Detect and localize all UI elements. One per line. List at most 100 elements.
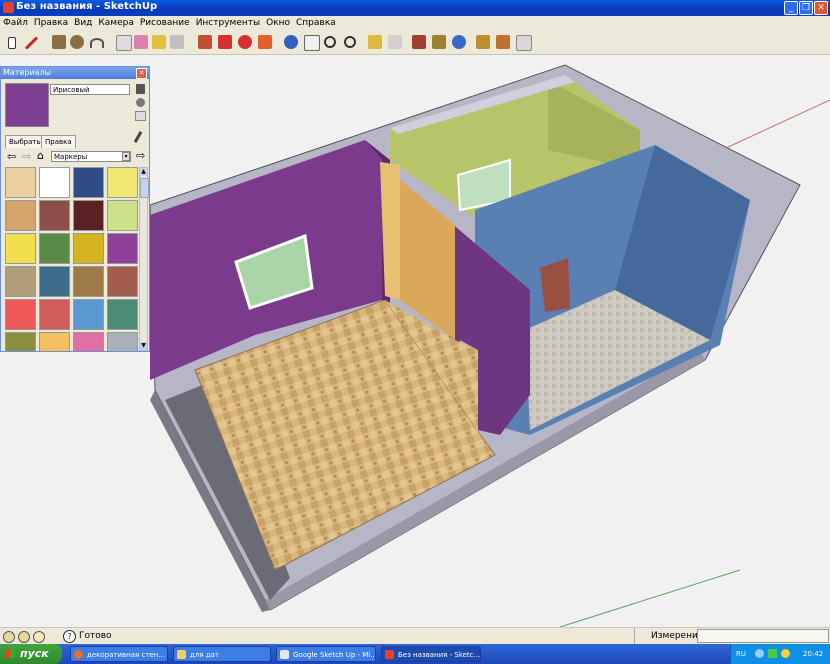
- components-icon[interactable]: [476, 35, 490, 49]
- scale-icon[interactable]: [258, 35, 272, 49]
- position-camera-icon[interactable]: [432, 35, 446, 49]
- menu-file[interactable]: Файл: [0, 16, 31, 30]
- material-swatch[interactable]: [107, 233, 138, 264]
- material-swatch[interactable]: [39, 233, 70, 264]
- network-icon[interactable]: [755, 649, 764, 658]
- taskbar-item-label: для дат: [190, 651, 219, 659]
- window-title: Без названия - SketchUp: [16, 1, 158, 12]
- menu-camera[interactable]: Камера: [95, 16, 136, 30]
- forward-arrow-icon[interactable]: ⇨: [22, 151, 31, 162]
- material-swatch[interactable]: [107, 266, 138, 297]
- orbit-icon[interactable]: [284, 35, 298, 49]
- material-swatch[interactable]: [39, 299, 70, 330]
- material-swatch[interactable]: [107, 167, 138, 198]
- circle-icon[interactable]: [70, 35, 84, 49]
- look-around-icon[interactable]: [452, 35, 466, 49]
- zoom-extents-icon[interactable]: [344, 36, 356, 48]
- system-tray: RU 20:42: [730, 644, 830, 664]
- material-swatch[interactable]: [73, 200, 104, 231]
- menu-window[interactable]: Окно: [263, 16, 293, 30]
- move-icon[interactable]: [198, 35, 212, 49]
- materials-scrollbar[interactable]: ▲ ▼: [139, 167, 149, 351]
- tab-select[interactable]: Выбрать: [5, 135, 45, 148]
- material-name-field[interactable]: Ирисовый: [50, 84, 130, 95]
- details-arrow-icon[interactable]: ⇨: [136, 150, 145, 161]
- section-icon[interactable]: [368, 35, 382, 49]
- eyedropper-icon[interactable]: [133, 131, 150, 147]
- select-icon[interactable]: [8, 37, 16, 49]
- material-swatch[interactable]: [5, 332, 36, 351]
- status-text: Готово: [79, 631, 112, 641]
- material-swatch[interactable]: [107, 200, 138, 231]
- maximize-button[interactable]: ❐: [799, 1, 813, 15]
- material-swatch[interactable]: [39, 332, 70, 351]
- material-preview-swatch: [5, 83, 49, 127]
- menu-tools[interactable]: Инструменты: [193, 16, 263, 30]
- windows-taskbar: пуск декоративная стен... для дат Google…: [0, 644, 830, 664]
- home-icon[interactable]: ⌂: [37, 150, 44, 161]
- material-swatch[interactable]: [107, 299, 138, 330]
- pencil-icon[interactable]: [24, 36, 39, 50]
- menu-help[interactable]: Справка: [293, 16, 339, 30]
- materials-icon[interactable]: [496, 35, 510, 49]
- create-material-icon[interactable]: [136, 84, 145, 94]
- taskbar-item-folder[interactable]: для дат: [173, 646, 271, 662]
- material-swatch[interactable]: [5, 233, 36, 264]
- arc-icon[interactable]: [90, 38, 104, 48]
- material-swatch[interactable]: [5, 200, 36, 231]
- follow-me-icon[interactable]: [170, 35, 184, 49]
- menu-draw[interactable]: Рисование: [137, 16, 193, 30]
- user-icon[interactable]: [33, 631, 45, 643]
- firefox-icon: [74, 650, 83, 659]
- taskbar-item-browser[interactable]: декоративная стен...: [70, 646, 168, 662]
- rectangle-icon[interactable]: [52, 35, 66, 49]
- offset-icon[interactable]: [238, 35, 252, 49]
- material-swatch[interactable]: [73, 167, 104, 198]
- credits-icon[interactable]: [18, 631, 30, 643]
- geo-location-icon[interactable]: [3, 631, 15, 643]
- start-button[interactable]: пуск: [0, 644, 62, 664]
- rotate-icon[interactable]: [218, 35, 232, 49]
- menu-view[interactable]: Вид: [71, 16, 95, 30]
- material-swatch[interactable]: [107, 332, 138, 351]
- walk-icon[interactable]: [412, 35, 426, 49]
- material-swatch[interactable]: [39, 167, 70, 198]
- material-display-icon[interactable]: [135, 111, 146, 121]
- zoom-icon[interactable]: [324, 36, 336, 48]
- material-swatch[interactable]: [5, 266, 36, 297]
- menu-edit[interactable]: Правка: [31, 16, 71, 30]
- material-swatch[interactable]: [73, 233, 104, 264]
- green-axis-line: [559, 569, 741, 628]
- material-library-select[interactable]: Маркеры: [51, 151, 131, 162]
- taskbar-item-word[interactable]: Google Sketch Up - Mi...: [276, 646, 376, 662]
- status-bar: ? Готово Измерения: [0, 627, 830, 645]
- chevron-down-icon[interactable]: ▾: [122, 152, 130, 161]
- styles-icon[interactable]: [516, 35, 532, 51]
- volume-icon[interactable]: [781, 649, 790, 658]
- back-arrow-icon[interactable]: ⇦: [7, 151, 16, 162]
- taskbar-item-sketchup[interactable]: Без названия - Sketc...: [381, 646, 481, 662]
- material-swatch[interactable]: [73, 332, 104, 351]
- language-indicator[interactable]: RU: [736, 644, 746, 664]
- pan-icon[interactable]: [304, 35, 320, 51]
- material-swatch[interactable]: [73, 266, 104, 297]
- measurements-input[interactable]: [697, 629, 829, 643]
- start-label: пуск: [20, 647, 49, 660]
- tab-edit[interactable]: Правка: [41, 135, 76, 148]
- minimize-button[interactable]: _: [784, 1, 798, 15]
- default-material-icon[interactable]: [136, 98, 145, 107]
- push-pull-icon[interactable]: [152, 35, 166, 49]
- material-swatch[interactable]: [5, 299, 36, 330]
- close-button[interactable]: ✕: [814, 1, 828, 15]
- materials-close-button[interactable]: ✕: [136, 68, 147, 79]
- help-icon[interactable]: ?: [63, 630, 76, 643]
- material-swatch[interactable]: [5, 167, 36, 198]
- eraser-icon[interactable]: [116, 35, 132, 51]
- paint-bucket-icon[interactable]: [134, 35, 148, 49]
- material-swatch[interactable]: [39, 266, 70, 297]
- dimension-icon[interactable]: [388, 35, 402, 49]
- material-swatch[interactable]: [39, 200, 70, 231]
- main-toolbar: [0, 30, 830, 55]
- security-icon[interactable]: [768, 649, 777, 658]
- material-swatch[interactable]: [73, 299, 104, 330]
